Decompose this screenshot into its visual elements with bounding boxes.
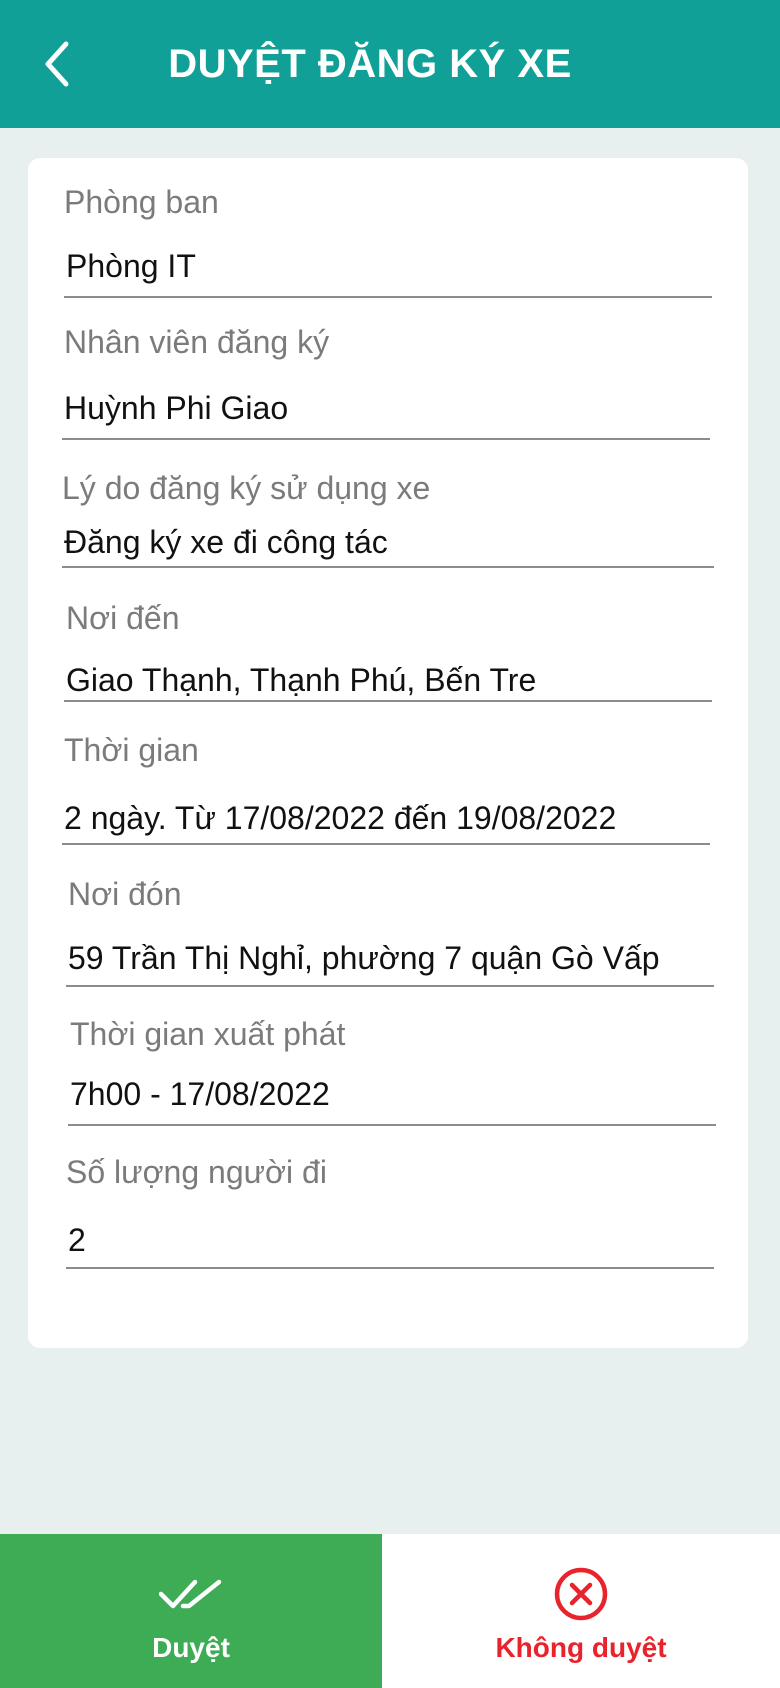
field-label: Nhân viên đăng ký — [64, 324, 330, 360]
field-value: Đăng ký xe đi công tác — [64, 524, 388, 560]
registration-details-card: Phòng ban Phòng IT Nhân viên đăng ký Huỳ… — [28, 158, 748, 1348]
field-value: 59 Trần Thị Nghỉ, phường 7 quận Gò Vấp — [68, 940, 660, 976]
field-underline — [64, 296, 712, 298]
page-title: DUYỆT ĐĂNG KÝ XE — [168, 42, 572, 86]
field-label: Nơi đến — [66, 600, 180, 636]
field-reason: Lý do đăng ký sử dụng xe Đăng ký xe đi c… — [62, 468, 742, 592]
field-value: Giao Thạnh, Thạnh Phú, Bến Tre — [66, 662, 537, 698]
field-value: 2 ngày. Từ 17/08/2022 đến 19/08/2022 — [64, 800, 617, 836]
field-underline — [62, 438, 710, 440]
field-value: 2 — [68, 1222, 86, 1258]
field-label: Thời gian — [64, 732, 199, 768]
field-departure-time: Thời gian xuất phát 7h00 - 17/08/2022 — [68, 1014, 748, 1138]
field-underline — [64, 700, 712, 702]
field-label: Nơi đón — [68, 876, 182, 912]
field-passenger-count: Số lượng người đi 2 — [66, 1152, 746, 1276]
field-underline — [62, 843, 710, 845]
field-value: Phòng IT — [66, 248, 196, 284]
field-label: Số lượng người đi — [66, 1154, 327, 1190]
field-value: Huỳnh Phi Giao — [64, 390, 289, 426]
field-underline — [68, 1124, 716, 1126]
approve-button[interactable]: Duyệt — [0, 1534, 382, 1688]
field-underline — [66, 985, 714, 987]
field-underline — [66, 1267, 714, 1269]
approve-label: Duyệt — [152, 1632, 230, 1663]
double-check-icon — [156, 1564, 226, 1624]
field-label: Lý do đăng ký sử dụng xe — [62, 470, 431, 506]
field-value: 7h00 - 17/08/2022 — [70, 1076, 330, 1112]
reject-label: Không duyệt — [495, 1632, 667, 1663]
field-time: Thời gian 2 ngày. Từ 17/08/2022 đến 19/0… — [62, 730, 742, 854]
field-underline — [62, 566, 714, 568]
field-pickup-location: Nơi đón 59 Trần Thị Nghỉ, phường 7 quận … — [66, 874, 746, 998]
action-bar: Duyệt Không duyệt — [0, 1534, 780, 1688]
app-header: DUYỆT ĐĂNG KÝ XE — [0, 0, 780, 128]
field-destination: Nơi đến Giao Thạnh, Thạnh Phú, Bến Tre — [64, 598, 742, 722]
reject-button[interactable]: Không duyệt — [382, 1534, 780, 1688]
field-employee: Nhân viên đăng ký Huỳnh Phi Giao — [62, 322, 740, 446]
close-circle-icon — [546, 1564, 616, 1624]
field-label: Thời gian xuất phát — [70, 1016, 346, 1052]
field-label: Phòng ban — [64, 184, 219, 220]
field-department: Phòng ban Phòng IT — [64, 182, 742, 306]
